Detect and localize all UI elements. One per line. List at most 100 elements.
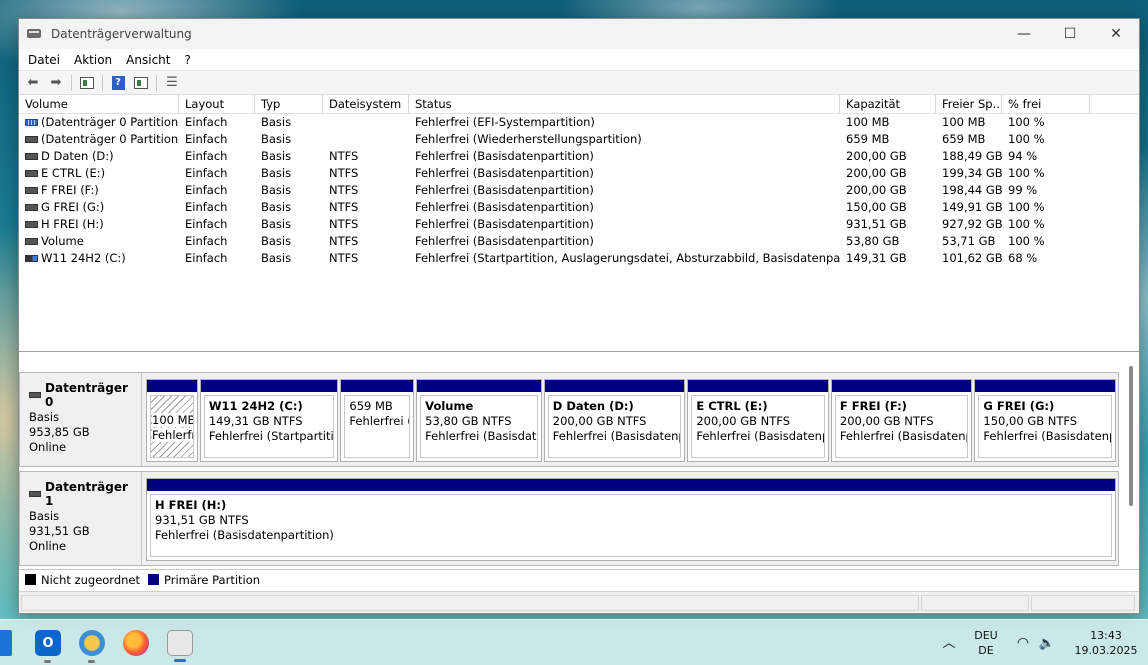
minimize-button[interactable]: — <box>1001 19 1047 49</box>
table-row[interactable]: E CTRL (E:) Einfach Basis NTFS Fehlerfrei (B… <box>19 165 1139 182</box>
partition-body: Volume53,80 GB NTFSFehlerfrei (Basisdate… <box>420 395 538 458</box>
partition-block[interactable]: G FREI (G:) 150,00 GB NTFS Fehlerfrei (Bas… <box>974 379 1116 462</box>
cell-typ-text: Basis <box>261 149 292 163</box>
table-row[interactable]: G FREI (G:) Einfach Basis NTFS Fehlerfrei (B… <box>19 199 1139 216</box>
settings-app-icon[interactable] <box>79 630 105 663</box>
table-row[interactable]: W11 24H2 (C:) Einfach Basis NTFS Fehlerfrei … <box>19 250 1139 267</box>
running-indicator <box>174 659 186 662</box>
partition-size: 659 MB <box>349 399 393 413</box>
column-status[interactable]: Status <box>409 95 840 113</box>
partition-status: Fehlerfrei (Basisdatenpar <box>696 429 824 443</box>
disk-label[interactable]: Datenträger 1 Basis 931,51 GB Online <box>20 472 142 565</box>
disk-name: Datenträger 0 <box>29 381 132 409</box>
cell-freier-speicher: 188,49 GB <box>936 148 1002 165</box>
windows-volume-icon <box>25 255 38 262</box>
properties-icon[interactable]: ☰ <box>162 74 182 92</box>
vertical-scrollbar[interactable] <box>1129 366 1133 506</box>
column-freier-speicher[interactable]: Freier Sp... <box>936 95 1002 113</box>
show-action-pane-icon[interactable] <box>131 74 151 92</box>
close-button[interactable]: ✕ <box>1093 19 1139 49</box>
cell-kapazitaet-text: 100 MB <box>846 115 890 129</box>
cell-volume: H FREI (H:) <box>19 216 179 233</box>
network-icon[interactable]: ◠ <box>1013 620 1033 665</box>
partition-size: 931,51 GB NTFS <box>155 513 249 527</box>
legend-swatch <box>148 574 160 585</box>
partition-type-bar <box>831 380 972 392</box>
cell-layout-text: Einfach <box>185 234 228 248</box>
show-hidden-icons-chevron-icon[interactable]: ︿ <box>940 620 958 665</box>
menu-help[interactable]: ? <box>177 53 197 67</box>
table-row[interactable]: F FREI (F:) Einfach Basis NTFS Fehlerfrei (B… <box>19 182 1139 199</box>
running-indicator <box>44 660 51 663</box>
table-row[interactable]: Volume Einfach Basis NTFS Fehlerfrei (Basisd… <box>19 233 1139 250</box>
partition-block[interactable]: Volume53,80 GB NTFSFehlerfrei (Basisdate… <box>416 379 542 462</box>
menu-datei[interactable]: Datei <box>21 53 67 67</box>
disk-drive-icon <box>29 491 42 497</box>
partition-block[interactable]: D Daten (D:) 200,00 GB NTFS Fehlerfrei (Ba… <box>543 379 686 462</box>
cell-volume: F FREI (F:) <box>19 182 179 199</box>
firefox-icon[interactable] <box>123 630 149 656</box>
partition-strip: H FREI (H:) 931,51 GB NTFS Fehlerfrei (Bas… <box>146 478 1118 561</box>
forward-arrow-icon[interactable]: ➡ <box>46 74 66 92</box>
partition-block[interactable]: 659 MBFehlerfrei (W <box>340 379 415 462</box>
outlook-icon[interactable]: O <box>35 630 61 663</box>
cell-prozent-frei: 100 % <box>1002 199 1090 216</box>
volume-list-header: Volume Layout Typ Dateisystem Status Kap… <box>19 95 1139 114</box>
menu-ansicht[interactable]: Ansicht <box>119 53 177 67</box>
partition-body: H FREI (H:) 931,51 GB NTFS Fehlerfrei (Bas… <box>150 494 1112 557</box>
cell-prozent-frei-text: 100 % <box>1008 115 1045 129</box>
status-segment <box>21 595 919 611</box>
volume-icon[interactable]: 🔈 <box>1037 620 1057 665</box>
cell-kapazitaet: 200,00 GB <box>840 182 936 199</box>
column-layout[interactable]: Layout <box>179 95 255 113</box>
start-icon[interactable] <box>0 630 12 656</box>
cell-typ: Basis <box>255 114 323 131</box>
partition-block[interactable]: 100 MBFehlerfrei <box>146 379 198 462</box>
menu-bar: Datei Aktion Ansicht ? <box>19 49 1139 71</box>
partition-block[interactable]: H FREI (H:) 931,51 GB NTFS Fehlerfrei (Bas… <box>146 478 1116 561</box>
cell-typ-text: Basis <box>261 166 292 180</box>
menu-aktion[interactable]: Aktion <box>67 53 119 67</box>
table-row[interactable]: D Daten (D:) Einfach Basis NTFS Fehlerfrei (… <box>19 148 1139 165</box>
disk-size: 931,51 GB <box>29 524 90 538</box>
maximize-button[interactable]: ☐ <box>1047 19 1093 49</box>
cell-status: Fehlerfrei (Basisdatenpartition) <box>409 182 840 199</box>
cell-freier-speicher: 199,34 GB <box>936 165 1002 182</box>
partition-type-bar <box>147 479 1115 491</box>
cell-status-text: Fehlerfrei (Basisdatenpartition) <box>415 200 594 214</box>
cell-layout: Einfach <box>179 114 255 131</box>
disk-1: Datenträger 1 Basis 931,51 GB Online H FREI … <box>19 471 1119 566</box>
table-row[interactable]: (Datenträger 0 Partition 4) Einfach Basis F… <box>19 131 1139 148</box>
partition-type-bar <box>200 380 338 392</box>
partition-body: E CTRL (E:) 200,00 GB NTFS Fehlerfrei (Bas… <box>691 395 825 458</box>
partition-status: Fehlerfrei (Basisdatenpartition) <box>155 528 334 542</box>
cell-dateisystem <box>323 114 409 131</box>
back-arrow-icon[interactable]: ⬅ <box>23 74 43 92</box>
partition-block[interactable]: E CTRL (E:) 200,00 GB NTFS Fehlerfrei (Bas… <box>687 379 829 462</box>
table-row[interactable]: H FREI (H:) Einfach Basis NTFS Fehlerfrei (B… <box>19 216 1139 233</box>
column-volume[interactable]: Volume <box>19 95 179 113</box>
title-bar[interactable]: Datenträgerverwaltung — ☐ ✕ <box>19 19 1139 49</box>
partition-block[interactable]: F FREI (F:) 200,00 GB NTFS Fehlerfrei (Bas… <box>830 379 973 462</box>
volume-icon <box>25 187 38 194</box>
legend-label: Nicht zugeordnet <box>41 572 141 587</box>
help-icon[interactable]: ? <box>108 74 128 92</box>
partition-block[interactable]: W11 24H2 (C:) 149,31 GB NTFS Fehlerfrei (S… <box>199 379 339 462</box>
column-dateisystem[interactable]: Dateisystem <box>323 95 409 113</box>
partition-status: Fehlerfrei (Basisdatenpar <box>552 429 681 443</box>
cell-dateisystem-text: NTFS <box>329 183 359 197</box>
cell-dateisystem-text: NTFS <box>329 200 359 214</box>
show-hide-console-tree-icon[interactable] <box>77 74 97 92</box>
table-row[interactable]: (Datenträger 0 Partition 1) Einfach Basis F… <box>19 114 1139 131</box>
column-kapazitaet[interactable]: Kapazität <box>840 95 936 113</box>
clock[interactable]: 13:43 19.03.2025 <box>1068 620 1144 665</box>
cell-kapazitaet-text: 150,00 GB <box>846 200 907 214</box>
column-typ[interactable]: Typ <box>255 95 323 113</box>
disk-management-icon[interactable] <box>167 630 193 662</box>
cell-prozent-frei-text: 100 % <box>1008 132 1045 146</box>
partition-title: W11 24H2 (C:) <box>208 399 303 413</box>
column-prozent-frei[interactable]: % frei <box>1002 95 1090 113</box>
disk-label[interactable]: Datenträger 0 Basis 953,85 GB Online <box>20 373 142 466</box>
input-language-indicator[interactable]: DEU DE <box>968 620 1004 665</box>
volume-icon <box>25 170 38 177</box>
